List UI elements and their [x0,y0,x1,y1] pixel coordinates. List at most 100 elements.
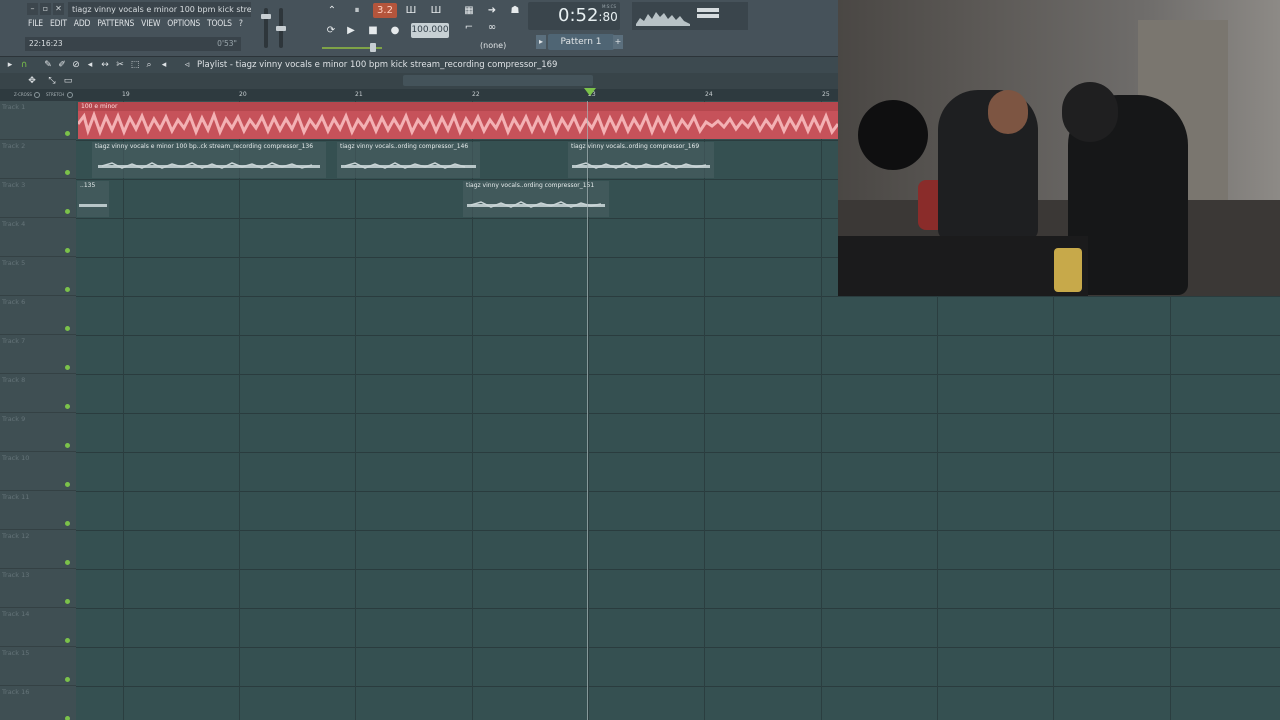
mixer-icon[interactable]: ☗ [505,3,525,18]
main-volume-knob[interactable] [370,43,376,52]
mute-led-icon[interactable] [65,404,70,409]
play-icon[interactable]: ▶ [341,23,361,38]
track-header[interactable]: Track 13 [0,569,76,608]
pattern-add-icon[interactable]: + [613,35,623,49]
zoom-icon[interactable]: ⌕ [143,59,155,71]
mute-led-icon[interactable] [65,560,70,565]
main-toolbar: – ▫ ✕ tiagz vinny vocals e minor 100 bpm… [0,0,838,57]
track-header[interactable]: Track 16 [0,686,76,720]
track-header[interactable]: Track 11 [0,491,76,530]
mute-led-icon[interactable] [65,287,70,292]
metronome-icon[interactable]: ⌃ [322,3,342,18]
blend-notes-icon[interactable]: Ш [401,3,421,18]
menu-file[interactable]: FILE [28,19,43,32]
loop-icon[interactable]: ⟳ [321,23,341,38]
mute-led-icon[interactable] [65,209,70,214]
track-header[interactable]: Track 10 [0,452,76,491]
playlist-menu-icon[interactable]: ▸ [4,59,16,71]
mute-led-icon[interactable] [65,638,70,643]
menu-view[interactable]: VIEW [141,19,160,32]
playhead[interactable] [587,101,588,720]
mute-led-icon[interactable] [65,326,70,331]
track-name: Track 12 [2,532,30,540]
arrow-right-icon[interactable]: ➜ [482,3,502,18]
magnet-icon[interactable]: ∩ [18,59,30,71]
track-name: Track 4 [2,220,26,228]
close-icon[interactable]: ✕ [53,3,64,15]
mute-led-icon[interactable] [65,677,70,682]
piano-icon[interactable]: ▦ [459,3,479,18]
track-header[interactable]: Track 15 [0,647,76,686]
restore-icon[interactable]: ▫ [40,3,51,15]
mute-led-icon[interactable] [65,248,70,253]
select-icon[interactable]: ⬚ [129,59,141,71]
mute-icon[interactable]: ◂ [84,59,96,71]
track-header[interactable]: Track 12 [0,530,76,569]
scroll-left-icon[interactable]: ⤡ [46,75,58,87]
mute-led-icon[interactable] [65,599,70,604]
slice-icon[interactable]: ✂ [114,59,126,71]
snap-icon[interactable]: ⌐ [459,20,479,35]
track-header[interactable]: Track 14 [0,608,76,647]
ruler-bar: 19 [122,91,130,98]
stretch-toggle[interactable] [67,92,73,98]
snap-select[interactable]: (none) [480,40,524,52]
horizontal-scrollbar[interactable] [403,75,593,86]
audio-clip[interactable]: ..135 [77,181,109,217]
delete-icon[interactable]: ⊘ [70,59,82,71]
mute-led-icon[interactable] [65,482,70,487]
link-icon[interactable]: ∞ [482,20,502,35]
wait-input-icon[interactable]: ⏸ [347,3,367,18]
track-name: Track 2 [2,142,26,150]
slip-icon[interactable]: ↔ [99,59,111,71]
track-header[interactable]: Track 9 [0,413,76,452]
minimize-icon[interactable]: – [27,3,38,15]
tempo-display[interactable]: 100.000 [411,23,449,38]
track-header[interactable]: Track 2 [0,140,76,179]
mute-led-icon[interactable] [65,131,70,136]
clip-label: 100 e minor [78,102,838,111]
mute-led-icon[interactable] [65,521,70,526]
zcross-toggle[interactable] [34,92,40,98]
menu-help[interactable]: ? [239,19,243,32]
pattern-selector[interactable]: Pattern 1 [548,34,614,50]
track-header[interactable]: Track 6 [0,296,76,335]
master-volume-slider[interactable] [261,8,271,48]
zcross-toggle-label[interactable]: Z-CROSS [14,92,32,97]
arrange-icon[interactable]: ✥ [26,75,38,87]
menu-add[interactable]: ADD [74,19,91,32]
menu-patterns[interactable]: PATTERNS [97,19,134,32]
playhead-marker-icon[interactable] [584,88,596,96]
mute-led-icon[interactable] [65,365,70,370]
pattern-prev-icon[interactable]: ▸ [536,35,546,49]
audio-clip[interactable]: 100 e minor [78,102,838,139]
menu-tools[interactable]: TOOLS [207,19,232,32]
audio-clip[interactable]: tiagz vinny vocals e minor 100 bp..ck st… [92,142,326,178]
stretch-toggle-label[interactable]: STRETCH [46,92,64,97]
track-header[interactable]: Track 1 [0,101,76,140]
track-header[interactable]: Track 4 [0,218,76,257]
step-mode-display[interactable]: 3.2 [373,3,397,18]
brush-icon[interactable]: ✐ [56,59,68,71]
speaker-icon[interactable]: ◃ [181,59,193,71]
master-pitch-slider[interactable] [276,8,286,48]
overview-icon[interactable]: ▭ [62,75,74,87]
menu-options[interactable]: OPTIONS [167,19,200,32]
mute-led-icon[interactable] [65,443,70,448]
menu-edit[interactable]: EDIT [50,19,67,32]
stop-icon[interactable]: ■ [363,23,383,38]
audio-clip[interactable]: tiagz vinny vocals..ording compressor_16… [568,142,714,178]
track-header[interactable]: Track 3 [0,179,76,218]
track-header[interactable]: Track 5 [0,257,76,296]
playback-icon[interactable]: ◂ [158,59,170,71]
audio-clip[interactable]: tiagz vinny vocals..ording compressor_14… [337,142,480,178]
mute-led-icon[interactable] [65,716,70,720]
track-header[interactable]: Track 7 [0,335,76,374]
record-icon[interactable]: ● [385,23,405,38]
mute-led-icon[interactable] [65,170,70,175]
loop-record-icon[interactable]: Ш [426,3,446,18]
timeline-ruler[interactable]: 19 20 21 22 23 24 25 [76,89,838,101]
waveform-icon [636,12,690,26]
pencil-icon[interactable]: ✎ [42,59,54,71]
track-header[interactable]: Track 8 [0,374,76,413]
